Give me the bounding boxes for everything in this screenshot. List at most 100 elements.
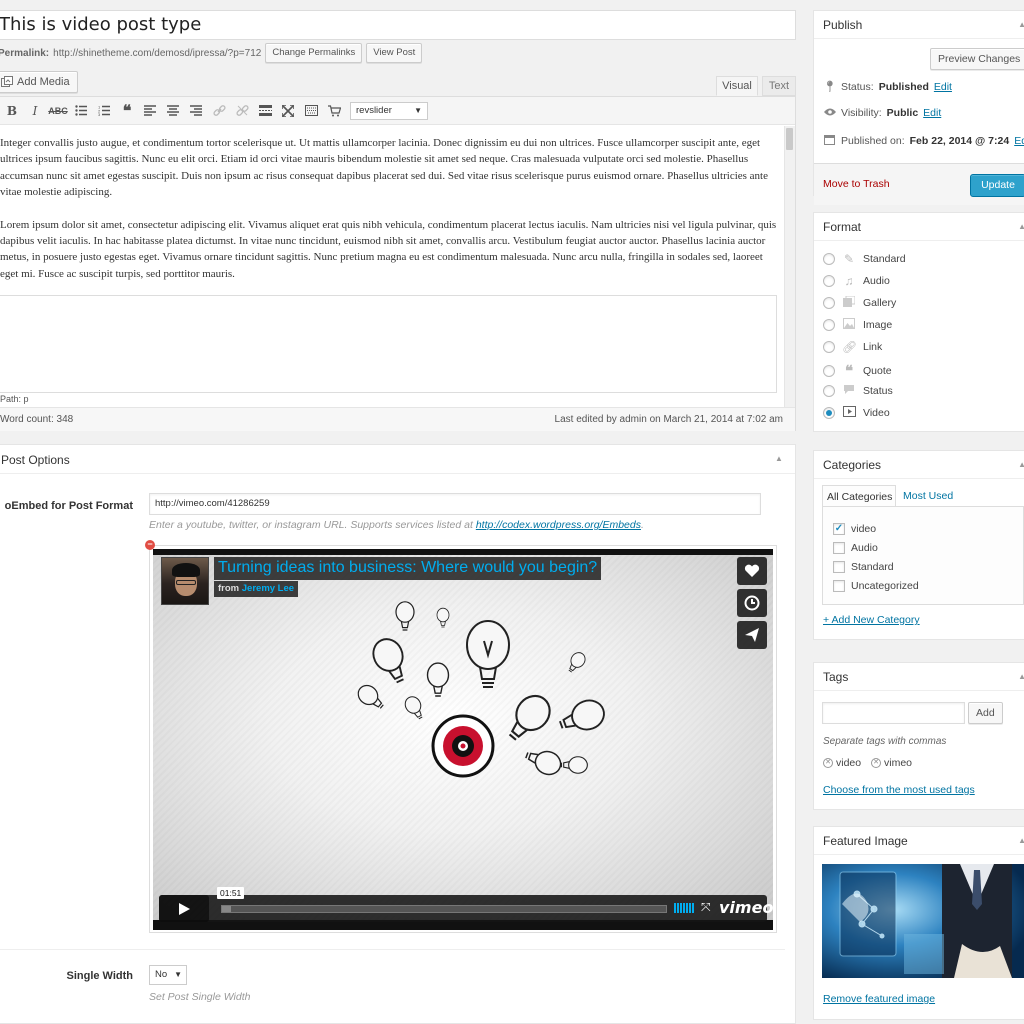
checkbox[interactable]: [833, 561, 845, 573]
radio-button[interactable]: [823, 253, 835, 265]
strikethrough-icon[interactable]: ABC: [47, 100, 69, 122]
codex-embeds-link[interactable]: http://codex.wordpress.org/Embeds: [476, 519, 641, 531]
format-option-audio[interactable]: ♫ Audio: [823, 274, 890, 288]
tab-most-used[interactable]: Most Used: [903, 490, 953, 502]
fullscreen-expand-icon[interactable]: ⤧: [701, 900, 711, 915]
format-option-standard[interactable]: ✎ Standard: [823, 252, 906, 266]
watch-later-clock-icon[interactable]: [737, 589, 767, 617]
tab-visual[interactable]: Visual: [716, 76, 758, 96]
collapse-toggle-icon[interactable]: ▲: [1018, 20, 1024, 29]
featured-image-header[interactable]: Featured Image ▲: [814, 827, 1024, 855]
share-paper-plane-icon[interactable]: [737, 621, 767, 649]
format-option-video[interactable]: Video: [823, 406, 890, 420]
post-options-header[interactable]: Post Options: [0, 445, 795, 474]
editor-content[interactable]: Integer convallis justo augue, et condim…: [0, 126, 783, 293]
editor-path: Path: p: [0, 394, 29, 404]
checkbox[interactable]: [833, 580, 845, 592]
oembed-label: oEmbed for Post Format: [4, 500, 133, 512]
fullscreen-icon[interactable]: [277, 100, 299, 122]
tab-all-categories[interactable]: All Categories: [822, 485, 896, 507]
radio-button[interactable]: [823, 385, 835, 397]
vimeo-player[interactable]: Turning ideas into business: Where would…: [153, 549, 773, 930]
published-edit-link[interactable]: Edit: [1014, 135, 1024, 147]
vimeo-logo[interactable]: vimeo: [719, 898, 773, 917]
radio-button-selected[interactable]: [823, 407, 835, 419]
volume-icon[interactable]: [674, 903, 694, 913]
keyboard-icon[interactable]: [300, 100, 322, 122]
format-option-quote[interactable]: ❝ Quote: [823, 362, 892, 380]
visibility-label: Visibility:: [841, 107, 882, 119]
editor-scrollbar[interactable]: [784, 126, 795, 421]
add-tag-button[interactable]: Add: [968, 702, 1003, 724]
italic-icon[interactable]: I: [24, 100, 46, 122]
permalink-url[interactable]: http://shinetheme.com/demosd/ipressa/?p=…: [53, 48, 261, 59]
radio-button[interactable]: [823, 275, 835, 287]
remove-tag-icon[interactable]: ✕: [823, 758, 833, 768]
category-item[interactable]: Audio: [833, 542, 878, 554]
move-to-trash-link[interactable]: Move to Trash: [823, 178, 890, 190]
read-more-icon[interactable]: [254, 100, 276, 122]
remove-tag-icon[interactable]: ✕: [871, 758, 881, 768]
post-title-input[interactable]: This is video post type: [0, 10, 796, 40]
tag-input[interactable]: [822, 702, 965, 724]
checkbox-checked[interactable]: ✓: [833, 523, 845, 535]
featured-image-thumbnail[interactable]: [822, 864, 1024, 978]
video-title[interactable]: Turning ideas into business: Where would…: [214, 557, 602, 580]
radio-button[interactable]: [823, 365, 835, 377]
category-item[interactable]: Uncategorized: [833, 580, 919, 592]
radio-button[interactable]: [823, 297, 835, 309]
tab-text[interactable]: Text: [762, 76, 796, 96]
view-post-button[interactable]: View Post: [366, 43, 423, 63]
align-right-icon[interactable]: [185, 100, 207, 122]
unlink-icon[interactable]: [231, 100, 253, 122]
format-option-image[interactable]: Image: [823, 318, 892, 332]
blockquote-icon[interactable]: ❝: [116, 100, 138, 122]
tag-chip: ✕ video: [823, 757, 861, 769]
author-avatar[interactable]: [161, 557, 209, 605]
categories-header[interactable]: Categories ▲: [814, 451, 1024, 479]
revslider-select[interactable]: revslider ▼: [350, 101, 428, 120]
category-item[interactable]: Standard: [833, 561, 894, 573]
radio-button[interactable]: [823, 341, 835, 353]
video-author-link[interactable]: Jeremy Lee: [242, 583, 294, 594]
bold-icon[interactable]: B: [1, 100, 23, 122]
update-button[interactable]: Update: [970, 174, 1024, 197]
format-option-link[interactable]: 🔗︎ Link: [823, 340, 882, 354]
add-media-button[interactable]: Add Media: [0, 71, 78, 93]
video-progress-bar[interactable]: [221, 905, 667, 913]
publish-header[interactable]: Publish ▲: [814, 11, 1024, 39]
visibility-edit-link[interactable]: Edit: [923, 107, 941, 119]
editor-scroll-thumb[interactable]: [786, 128, 793, 150]
choose-most-used-tags-link[interactable]: Choose from the most used tags: [823, 784, 975, 796]
post-options-title: Post Options: [1, 453, 70, 467]
like-heart-icon[interactable]: [737, 557, 767, 585]
collapse-toggle-icon[interactable]: ▲: [775, 454, 783, 463]
oembed-url-input[interactable]: http://vimeo.com/41286259: [149, 493, 761, 515]
change-permalinks-button[interactable]: Change Permalinks: [265, 43, 363, 63]
add-new-category-link[interactable]: + Add New Category: [823, 614, 920, 626]
single-width-select[interactable]: No ▼: [149, 965, 187, 985]
format-option-gallery[interactable]: Gallery: [823, 295, 896, 310]
single-width-label: Single Width: [66, 970, 133, 982]
radio-button[interactable]: [823, 319, 835, 331]
collapse-toggle-icon[interactable]: ▲: [1018, 460, 1024, 469]
collapse-toggle-icon[interactable]: ▲: [1018, 222, 1024, 231]
preview-changes-button[interactable]: Preview Changes: [930, 48, 1024, 70]
bullet-list-icon[interactable]: [70, 100, 92, 122]
remove-featured-image-link[interactable]: Remove featured image: [823, 993, 935, 1005]
collapse-toggle-icon[interactable]: ▲: [1018, 836, 1024, 845]
tags-header[interactable]: Tags ▲: [814, 663, 1024, 691]
align-left-icon[interactable]: [139, 100, 161, 122]
play-icon[interactable]: [159, 895, 209, 922]
category-item[interactable]: ✓ video: [833, 523, 876, 535]
format-header[interactable]: Format ▲: [814, 213, 1024, 241]
format-option-status[interactable]: Status: [823, 384, 893, 398]
align-center-icon[interactable]: [162, 100, 184, 122]
cart-icon[interactable]: [323, 100, 345, 122]
status-edit-link[interactable]: Edit: [934, 81, 952, 93]
collapse-toggle-icon[interactable]: ▲: [1018, 672, 1024, 681]
remove-embed-icon[interactable]: −: [145, 540, 155, 550]
numbered-list-icon[interactable]: 123: [93, 100, 115, 122]
link-icon[interactable]: [208, 100, 230, 122]
checkbox[interactable]: [833, 542, 845, 554]
